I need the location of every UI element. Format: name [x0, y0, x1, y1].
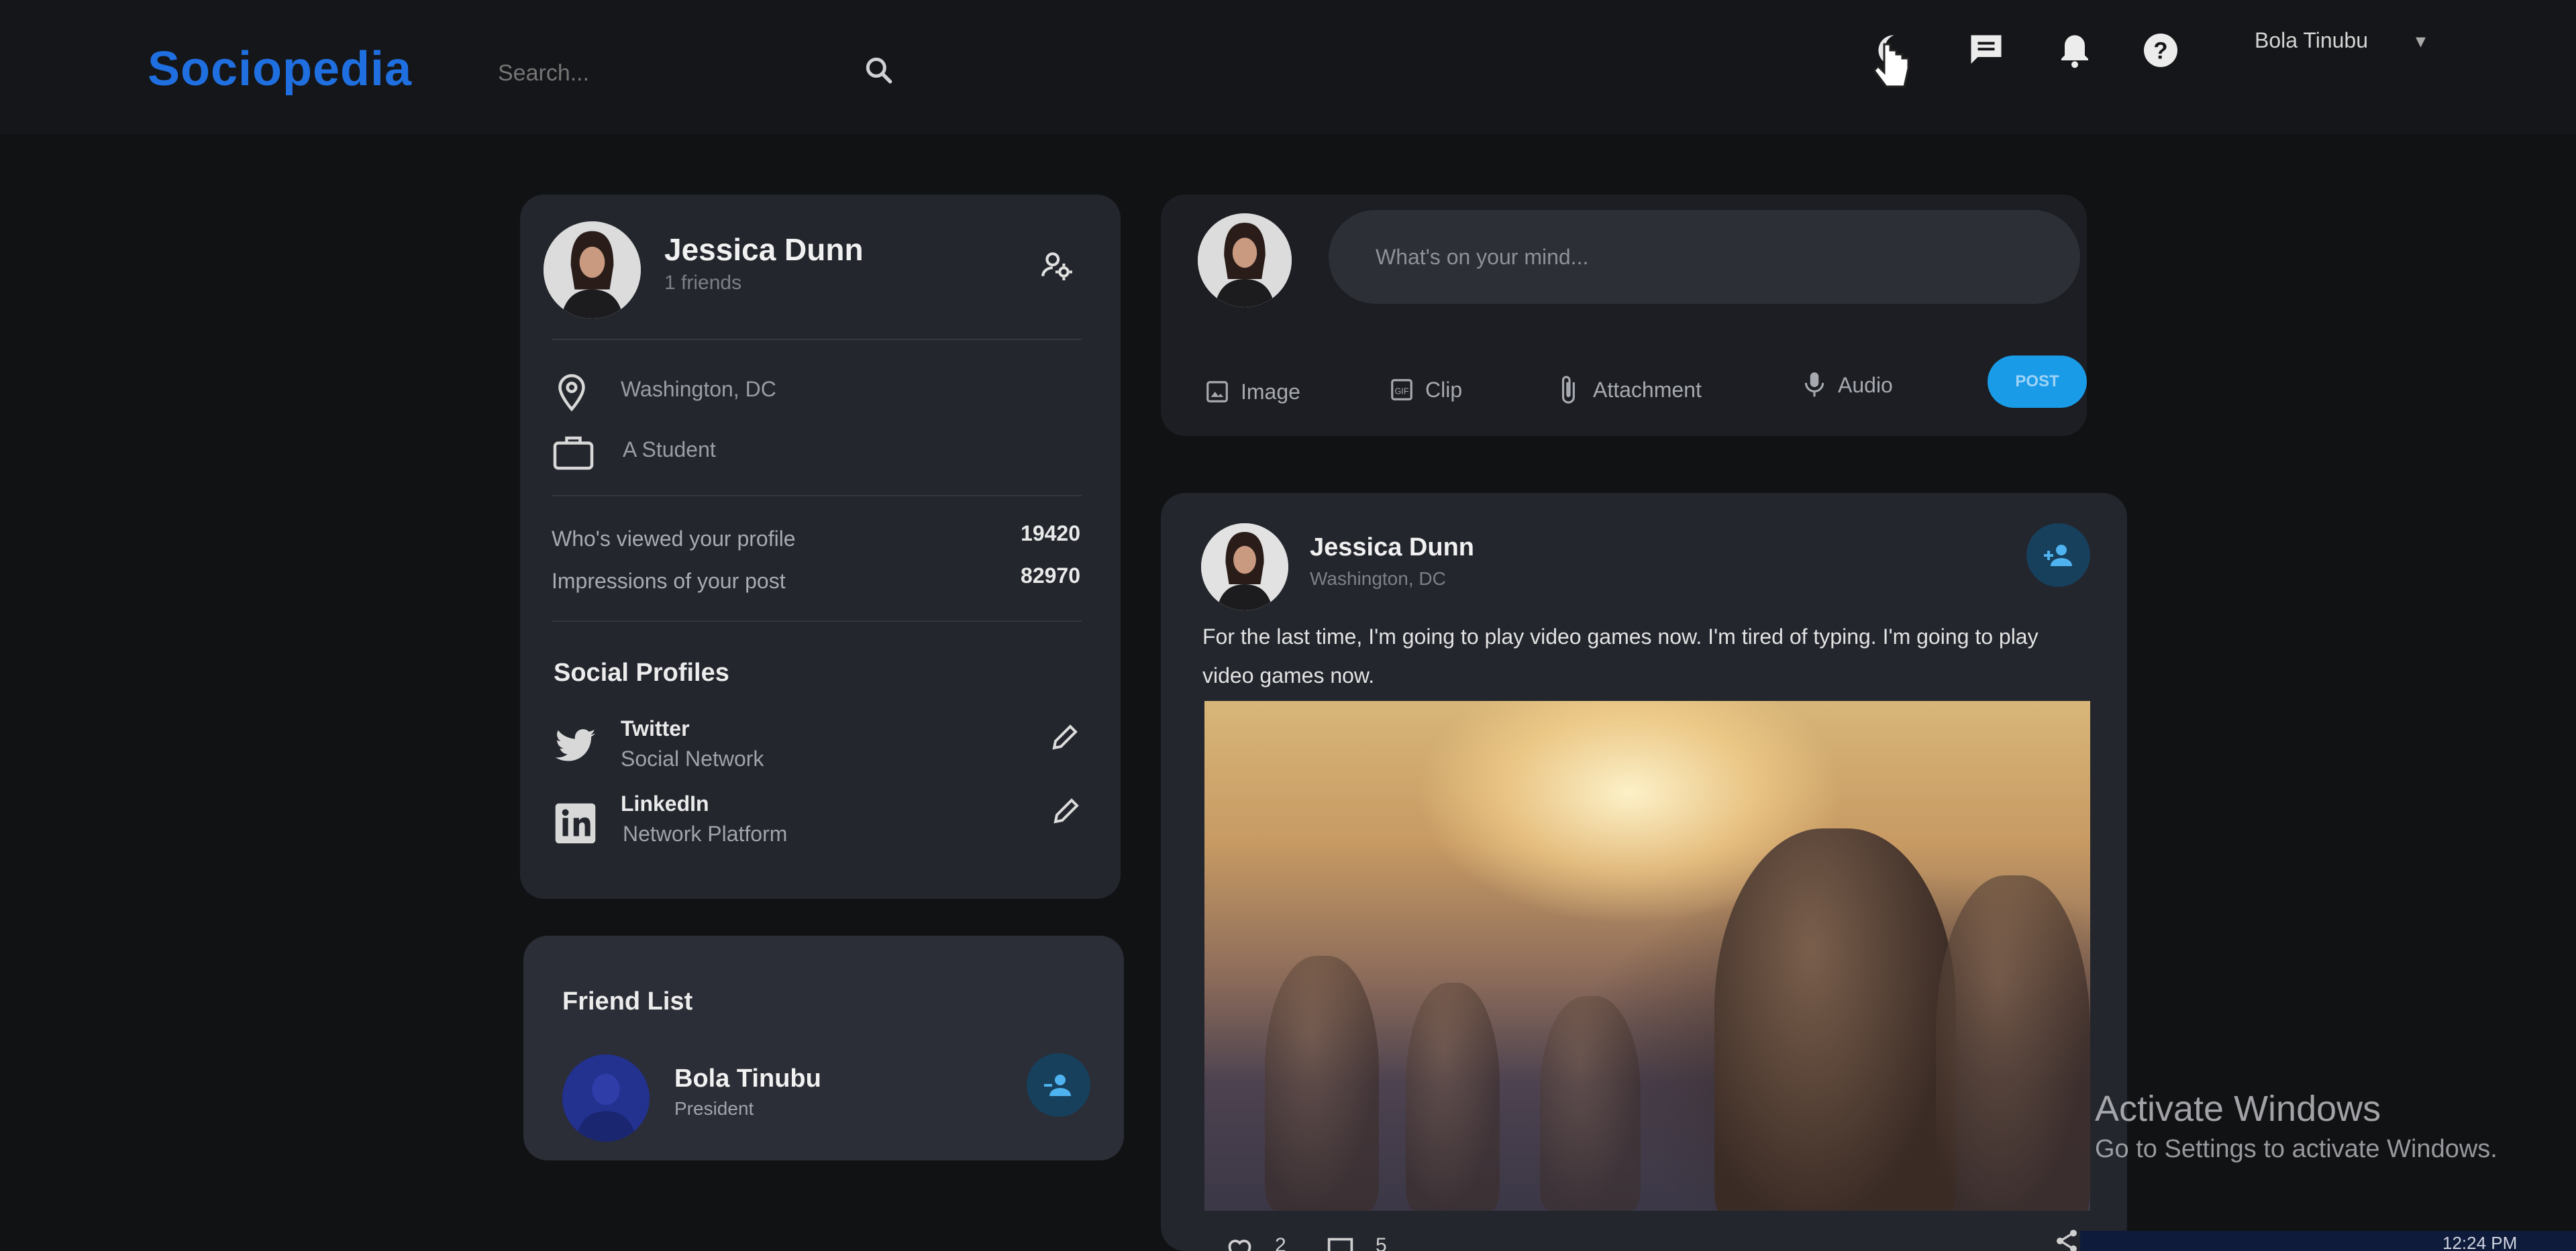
impressions-label: Impressions of your post — [552, 569, 786, 593]
comment-count: 5 — [1376, 1234, 1387, 1251]
person-silhouette — [1406, 983, 1500, 1211]
profile-avatar[interactable] — [544, 221, 641, 319]
composer-avatar[interactable] — [1198, 213, 1292, 307]
profile-friends-count: 1 friends — [664, 272, 742, 294]
impressions-value: 82970 — [1021, 563, 1080, 588]
clip-action[interactable]: GIF Clip — [1389, 377, 1462, 402]
friend-list-title: Friend List — [562, 987, 693, 1016]
image-icon — [1206, 381, 1228, 402]
twitter-icon — [554, 728, 597, 768]
like-count: 2 — [1275, 1234, 1286, 1251]
attachment-action[interactable]: Attachment — [1557, 374, 1702, 406]
search-input[interactable] — [497, 46, 915, 101]
gif-icon: GIF — [1391, 379, 1412, 400]
social-profiles-title: Social Profiles — [554, 659, 729, 687]
post-author-location: Washington, DC — [1310, 568, 1446, 589]
message-icon[interactable] — [1966, 30, 2006, 70]
post-button[interactable]: POST — [1988, 356, 2087, 408]
share-icon[interactable] — [2053, 1228, 2080, 1251]
user-select[interactable]: Bola Tinubu — [2255, 28, 2368, 53]
person-silhouette — [1714, 828, 1956, 1211]
profile-views-value: 19420 — [1021, 521, 1080, 545]
svg-text:?: ? — [2153, 38, 2167, 64]
friend-name[interactable]: Bola Tinubu — [674, 1065, 821, 1093]
person-silhouette — [1265, 956, 1379, 1211]
clip-action-label: Clip — [1425, 377, 1463, 402]
linkedin-label: LinkedIn — [621, 792, 709, 816]
friend-avatar[interactable] — [562, 1054, 650, 1142]
person-silhouette — [1540, 996, 1641, 1211]
twitter-sub: Social Network — [621, 747, 764, 771]
edit-twitter-icon[interactable] — [1049, 721, 1081, 753]
twitter-label: Twitter — [621, 716, 690, 741]
image-action[interactable]: Image — [1204, 379, 1300, 404]
like-icon[interactable] — [1225, 1234, 1255, 1251]
post-description: For the last time, I'm going to play vid… — [1202, 624, 2039, 688]
work-icon — [552, 431, 595, 472]
person-add-icon — [2043, 544, 2072, 566]
taskbar-clock: 12:24 PM — [2442, 1233, 2518, 1251]
image-action-label: Image — [1241, 379, 1300, 404]
person-silhouette — [1936, 875, 2090, 1211]
notification-icon[interactable] — [2055, 30, 2095, 70]
post-image[interactable] — [1204, 701, 2090, 1211]
edit-linkedin-icon[interactable] — [1050, 795, 1082, 827]
comment-icon[interactable] — [1325, 1234, 1355, 1251]
chevron-down-icon[interactable]: ▾ — [2416, 30, 2426, 53]
microphone-icon — [1804, 372, 1824, 397]
post-input[interactable]: What's on your mind... — [1329, 210, 2080, 304]
post-author-avatar[interactable] — [1201, 523, 1288, 610]
linkedin-icon — [554, 802, 597, 845]
activate-windows-subtitle: Go to Settings to activate Windows. — [2095, 1135, 2497, 1163]
audio-action-label: Audio — [1838, 372, 1893, 397]
divider — [552, 620, 1082, 622]
svg-text:GIF: GIF — [1394, 386, 1408, 396]
profile-views-label: Who's viewed your profile — [552, 527, 796, 551]
post-author-name[interactable]: Jessica Dunn — [1310, 533, 1474, 562]
audio-action[interactable]: Audio — [1802, 370, 1893, 400]
attachment-action-label: Attachment — [1593, 377, 1702, 402]
linkedin-sub: Network Platform — [623, 822, 788, 846]
mouse-cursor — [1872, 40, 1912, 101]
activate-windows-title: Activate Windows — [2095, 1089, 2381, 1129]
attachment-icon — [1561, 376, 1575, 404]
friend-subtitle: President — [674, 1098, 754, 1119]
remove-friend-button[interactable] — [1027, 1053, 1090, 1117]
profile-location: Washington, DC — [621, 377, 776, 401]
help-icon[interactable]: ? — [2141, 30, 2181, 70]
manage-account-icon[interactable] — [1040, 248, 1074, 282]
search-bar[interactable] — [497, 46, 915, 101]
divider — [552, 339, 1082, 340]
person-remove-icon — [1043, 1074, 1071, 1096]
add-friend-button[interactable] — [2026, 523, 2090, 587]
divider — [552, 495, 1082, 496]
location-icon — [552, 372, 592, 413]
logo[interactable]: Sociopedia — [148, 42, 412, 97]
profile-occupation: A Student — [623, 437, 716, 461]
profile-name[interactable]: Jessica Dunn — [664, 231, 864, 268]
search-icon[interactable] — [862, 54, 896, 87]
